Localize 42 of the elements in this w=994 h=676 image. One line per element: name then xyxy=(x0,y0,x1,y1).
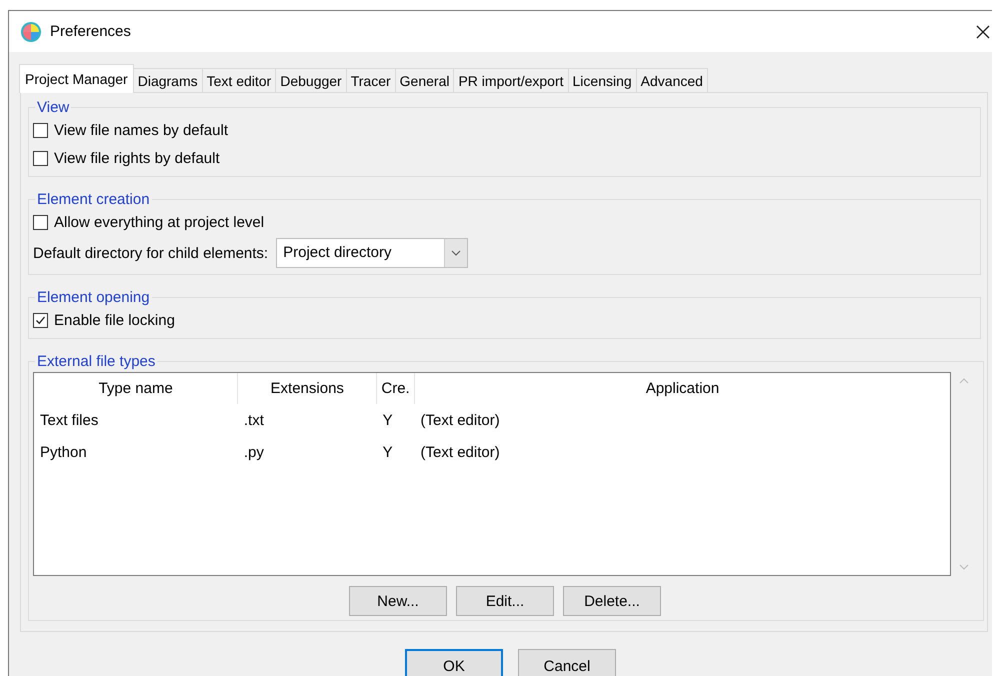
checkbox-label[interactable]: Allow everything at project level xyxy=(54,214,264,230)
directory-dropdown[interactable]: Project directory xyxy=(276,238,468,268)
app-icon xyxy=(20,20,42,42)
checkbox-label[interactable]: Enable file locking xyxy=(54,312,175,328)
column-header[interactable]: Extensions xyxy=(238,373,377,404)
tab[interactable]: Diagrams xyxy=(132,68,203,92)
checkbox-label[interactable]: View file names by default xyxy=(54,122,228,138)
table-cell-text: Y xyxy=(382,442,394,462)
dialog-button[interactable]: OK xyxy=(405,649,503,676)
dialog-button[interactable]: Cancel xyxy=(518,649,616,676)
column-header[interactable]: Type name xyxy=(34,373,238,404)
group-title: View xyxy=(36,99,70,116)
table-cell: .txt xyxy=(238,404,377,436)
group-title: Element creation xyxy=(36,191,151,208)
table-action-button[interactable]: Delete... xyxy=(563,586,661,616)
table-cell-text: Python xyxy=(39,442,88,462)
chevron-down-icon xyxy=(451,250,462,256)
checkbox[interactable] xyxy=(33,312,48,328)
close-icon[interactable] xyxy=(976,24,990,38)
table-cell: Text files xyxy=(34,404,238,436)
table-cell-text: .py xyxy=(242,442,265,462)
window-title: Preferences xyxy=(50,23,131,40)
table-cell: (Text editor) xyxy=(414,404,950,436)
tab[interactable]: Project Manager xyxy=(19,64,134,93)
table-action-button[interactable]: New... xyxy=(349,586,447,616)
tab[interactable]: Advanced xyxy=(636,68,708,92)
column-header[interactable]: Cre. xyxy=(376,373,415,404)
column-header[interactable]: Application xyxy=(414,373,950,404)
tab[interactable]: Licensing xyxy=(568,68,637,92)
tab[interactable]: Debugger xyxy=(275,68,347,92)
tab[interactable]: PR import/export xyxy=(453,68,569,92)
checkmark-icon xyxy=(35,314,46,326)
table-action-button[interactable]: Edit... xyxy=(456,586,554,616)
group-title: Element opening xyxy=(36,289,151,306)
checkbox[interactable] xyxy=(33,122,48,138)
checkbox[interactable] xyxy=(33,214,48,230)
checkbox[interactable] xyxy=(33,150,48,166)
table-cell-text: (Text editor) xyxy=(420,442,501,462)
field-label: Default directory for child elements: xyxy=(33,244,268,262)
group-title: External file types xyxy=(36,353,156,370)
table-cell: Y xyxy=(376,404,415,436)
checkbox-label[interactable]: View file rights by default xyxy=(54,150,220,166)
